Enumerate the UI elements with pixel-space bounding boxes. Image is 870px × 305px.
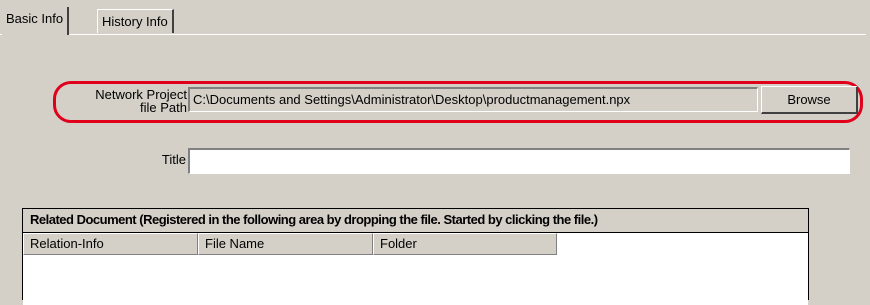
title-label: Title	[161, 152, 186, 167]
tab-history-info[interactable]: History Info	[97, 9, 174, 33]
tab-label: History Info	[102, 14, 168, 29]
network-project-path-field[interactable]: C:\Documents and Settings\Administrator\…	[188, 87, 758, 112]
network-project-label: Network Project file Path	[70, 88, 187, 114]
tab-basic-info[interactable]: Basic Info	[2, 7, 70, 35]
tab-label: Basic Info	[6, 11, 64, 26]
browse-button[interactable]: Browse	[761, 86, 858, 114]
network-project-label-line2: file Path	[140, 100, 187, 115]
title-input[interactable]	[188, 148, 850, 174]
related-document-group: Related Document (Registered in the foll…	[22, 208, 809, 305]
related-document-list[interactable]	[23, 255, 808, 305]
column-header-file-name[interactable]: File Name	[198, 233, 373, 255]
column-header-relation-info[interactable]: Relation-Info	[23, 233, 198, 255]
column-header-folder[interactable]: Folder	[373, 233, 557, 255]
related-document-caption: Related Document (Registered in the foll…	[23, 209, 808, 233]
tab-panel-border	[0, 34, 866, 35]
